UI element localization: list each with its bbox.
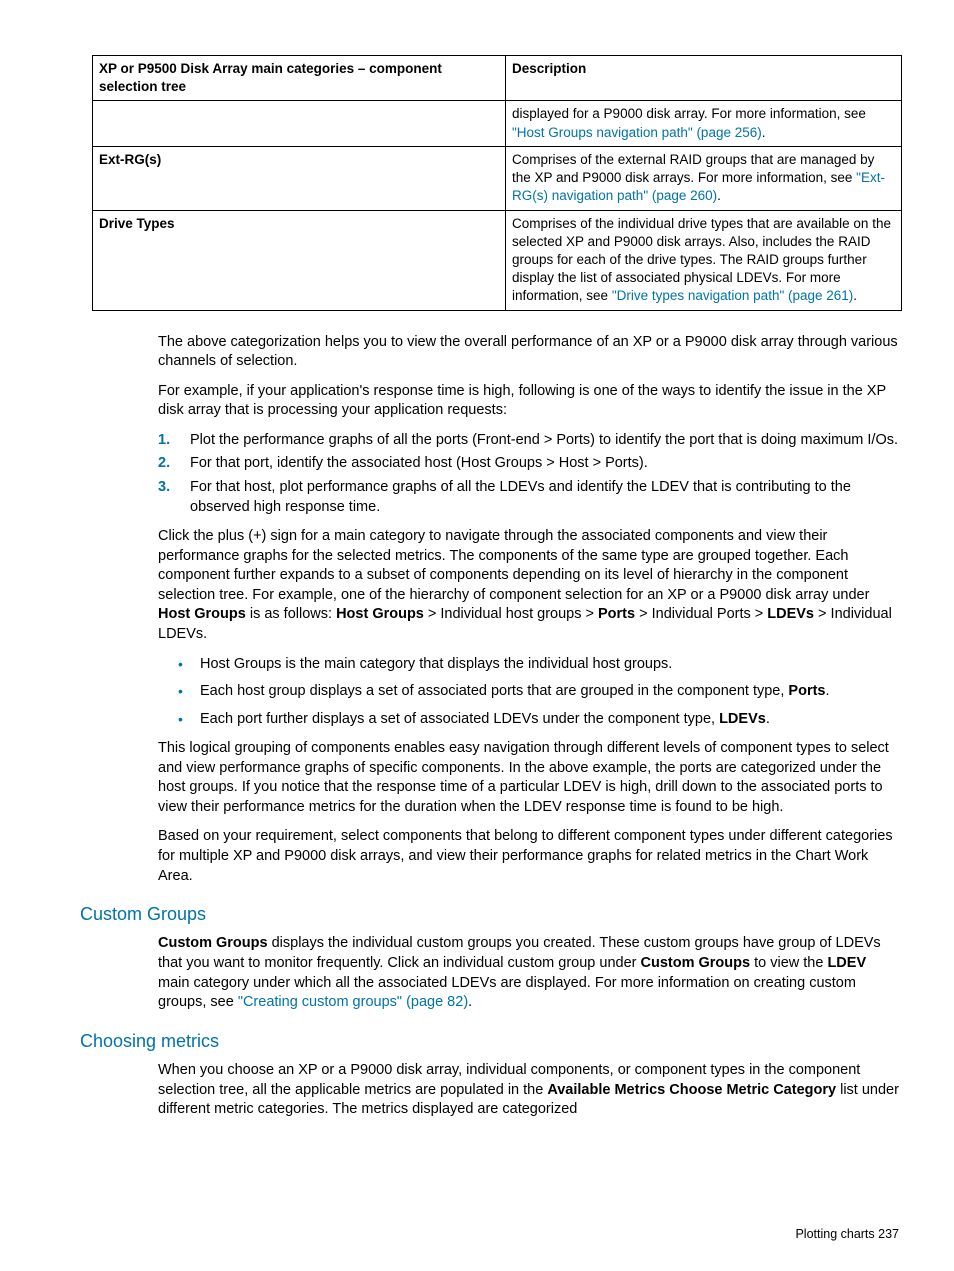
text: > Individual host groups > — [424, 606, 598, 622]
link-creating-custom-groups[interactable]: "Creating custom groups" (page 82) — [238, 994, 468, 1010]
table-header-1: XP or P9500 Disk Array main categories –… — [93, 56, 506, 101]
page-footer: Plotting charts 237 — [795, 1226, 899, 1243]
text: displayed for a P9000 disk array. For mo… — [512, 106, 866, 121]
marker: 3. — [158, 478, 170, 498]
heading-choosing-metrics: Choosing metrics — [80, 1029, 899, 1053]
text: . — [826, 683, 830, 699]
bullet-list: Host Groups is the main category that di… — [158, 655, 899, 730]
bold: Custom Groups — [158, 935, 268, 951]
table-cell — [93, 101, 506, 146]
bold: Ports — [598, 606, 635, 622]
text: Click the plus (+) sign for a main categ… — [158, 528, 869, 603]
paragraph: For example, if your application's respo… — [158, 382, 899, 421]
bold: LDEV — [827, 955, 866, 971]
link-host-groups-nav[interactable]: "Host Groups navigation path" (page 256) — [512, 125, 762, 140]
text: . — [762, 125, 766, 140]
bold: Host Groups — [336, 606, 424, 622]
label: Drive Types — [99, 216, 175, 231]
text: to view the — [750, 955, 827, 971]
paragraph: This logical grouping of components enab… — [158, 739, 899, 817]
text: Each host group displays a set of associ… — [200, 683, 788, 699]
list-item: 3.For that host, plot performance graphs… — [190, 478, 899, 517]
text: is as follows: — [246, 606, 336, 622]
component-table: XP or P9500 Disk Array main categories –… — [92, 55, 902, 311]
bold: LDEVs — [719, 711, 766, 727]
text: . — [853, 288, 857, 303]
document-page: XP or P9500 Disk Array main categories –… — [0, 0, 954, 1271]
marker: 2. — [158, 454, 170, 474]
bold: Ports — [788, 683, 825, 699]
text: Each port further displays a set of asso… — [200, 711, 719, 727]
text: . — [468, 994, 472, 1010]
text: . — [717, 188, 721, 203]
marker: 1. — [158, 431, 170, 451]
body-content: The above categorization helps you to vi… — [158, 333, 899, 1120]
numbered-list: 1. Plot the performance graphs of all the… — [158, 431, 899, 517]
label: Ext-RG(s) — [99, 152, 161, 167]
text: For that host, plot performance graphs o… — [190, 479, 851, 515]
bold: LDEVs — [767, 606, 814, 622]
table-cell: Comprises of the individual drive types … — [506, 210, 902, 310]
text: Comprises of the external RAID groups th… — [512, 152, 874, 185]
table-cell: Comprises of the external RAID groups th… — [506, 146, 902, 210]
list-item: Each port further displays a set of asso… — [200, 710, 899, 730]
paragraph: Click the plus (+) sign for a main categ… — [158, 527, 899, 644]
text: For that port, identify the associated h… — [190, 455, 648, 471]
text: Plot the performance graphs of all the p… — [190, 432, 898, 448]
list-item: Host Groups is the main category that di… — [200, 655, 899, 675]
table-cell: Drive Types — [93, 210, 506, 310]
text: . — [766, 711, 770, 727]
text: Host Groups is the main category that di… — [200, 656, 672, 672]
paragraph: Based on your requirement, select compon… — [158, 827, 899, 886]
table-cell: displayed for a P9000 disk array. For mo… — [506, 101, 902, 146]
list-item: Each host group displays a set of associ… — [200, 682, 899, 702]
paragraph: When you choose an XP or a P9000 disk ar… — [158, 1061, 899, 1120]
table-header-2: Description — [506, 56, 902, 101]
paragraph: The above categorization helps you to vi… — [158, 333, 899, 372]
link-drive-types-nav[interactable]: "Drive types navigation path" (page 261) — [612, 288, 853, 303]
table-cell: Ext-RG(s) — [93, 146, 506, 210]
text: > Individual Ports > — [635, 606, 767, 622]
bold: Custom Groups — [641, 955, 751, 971]
list-item: 2.For that port, identify the associated… — [190, 454, 899, 474]
bold: Available Metrics Choose Metric Category — [547, 1082, 836, 1098]
bold: Host Groups — [158, 606, 246, 622]
paragraph: Custom Groups displays the individual cu… — [158, 934, 899, 1012]
heading-custom-groups: Custom Groups — [80, 902, 899, 926]
list-item: 1.Plot the performance graphs of all the… — [190, 431, 899, 451]
